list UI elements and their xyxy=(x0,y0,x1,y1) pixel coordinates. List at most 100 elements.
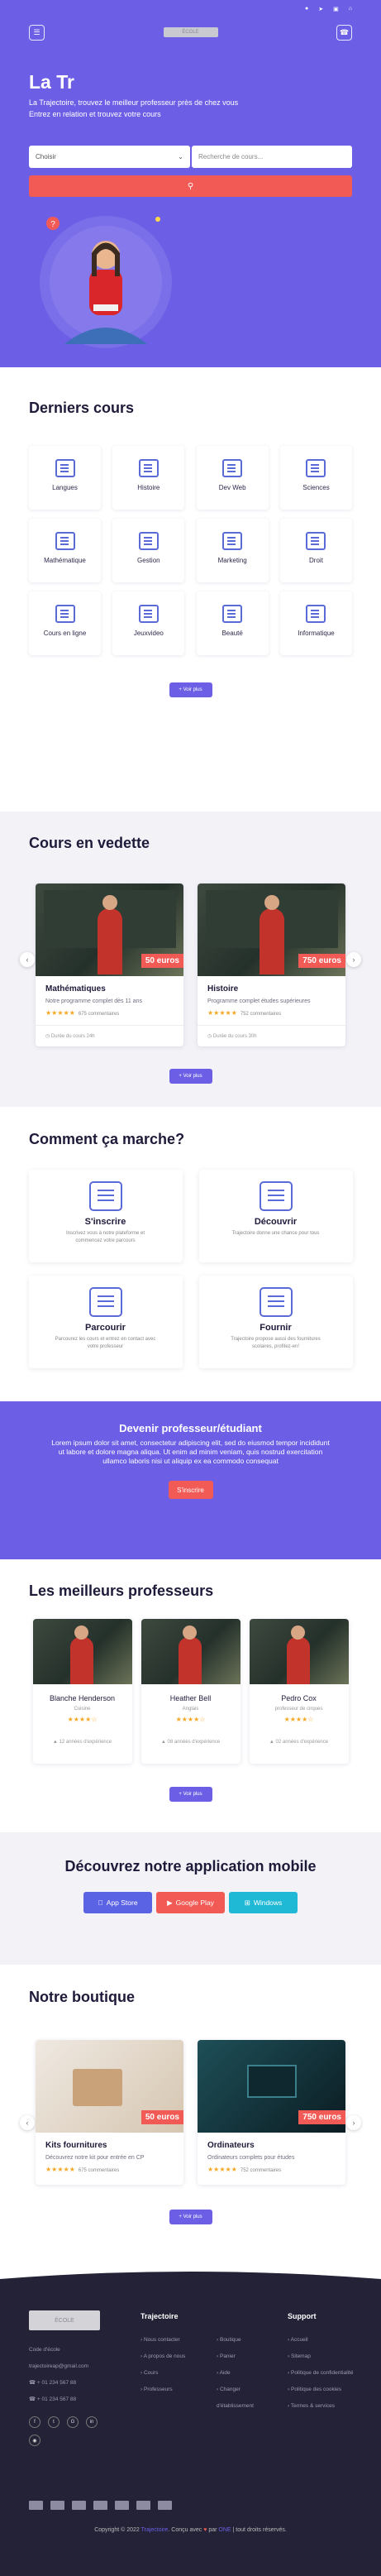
category-card[interactable]: Droit xyxy=(279,519,352,582)
footer-link-text: Cours xyxy=(143,2370,159,2376)
logo[interactable]: ÉCOLE xyxy=(163,27,218,37)
category-card[interactable]: Jeuxvideo xyxy=(112,591,185,655)
see-more-button[interactable]: + Voir plus xyxy=(169,2210,212,2224)
windows-button[interactable]: ⊞ Windows xyxy=(229,1892,298,1913)
become-title: Devenir professeur/étudiant xyxy=(119,1422,262,1434)
cart-icon[interactable]: ▣ xyxy=(333,6,339,12)
footer-link[interactable]: › Sitemap xyxy=(288,2349,354,2365)
price-badge: 50 euros xyxy=(140,2110,183,2124)
how-grid: S'inscrire Inscrivez vous à notre platefo… xyxy=(28,1170,353,1368)
product-card[interactable]: 750 euros Ordinateurs Ordinateurs complet… xyxy=(198,2040,345,2185)
category-label: Beauté xyxy=(221,630,243,637)
teacher-name: Blanche Henderson xyxy=(49,1694,116,1702)
category-card[interactable]: Cours en ligne xyxy=(29,591,101,655)
footer-link[interactable]: › Cours xyxy=(140,2365,198,2382)
how-card-desc: Inscrivez vous à notre plateforme et com… xyxy=(65,1231,145,1243)
footer-link-text: Accueil xyxy=(290,2337,308,2343)
laptop-icon xyxy=(55,605,75,623)
search-button[interactable]: ⚲ xyxy=(29,175,352,197)
footer-link[interactable]: › Changer d'établissement xyxy=(217,2382,279,2415)
phone-icon[interactable]: ☎ xyxy=(336,24,352,41)
featured-section: Cours en vedette ‹ › 50 euros Mathématiq… xyxy=(0,812,381,1107)
footer-link[interactable]: › Termes & services xyxy=(288,2398,354,2415)
footer-link[interactable]: › Accueil xyxy=(288,2332,354,2349)
category-label: Langues xyxy=(52,484,78,491)
footer-logo[interactable]: ÉCOLE xyxy=(29,2310,100,2330)
category-card[interactable]: Histoire xyxy=(112,446,185,510)
search-input[interactable]: Recherche de cours... xyxy=(192,146,352,168)
how-card: Fournir Trajectoire propose aussi des fou… xyxy=(198,1276,353,1368)
footer-link[interactable]: › Politique des cookies xyxy=(288,2382,354,2398)
teacher-card[interactable]: Blanche Henderson Cuisine ★★★★☆ ▲ 12 années… xyxy=(32,1619,132,1764)
course-desc: Notre programme complet dès 11 ans xyxy=(45,998,142,1004)
footer-phone[interactable]: ☎ + 01 234 567 88 xyxy=(29,2375,128,2392)
menu-icon[interactable]: ☰ xyxy=(29,24,45,41)
footer-link[interactable]: › Politique de confidentialité xyxy=(288,2365,354,2382)
how-card-desc: Trajectoire propose aussi des fourniture… xyxy=(231,1337,321,1349)
category-card[interactable]: Marketing xyxy=(196,519,269,582)
carousel-prev-button[interactable]: ‹ xyxy=(20,2115,35,2130)
footer-link[interactable]: › Professeurs xyxy=(140,2382,198,2398)
hero-subtitle: La Trajectoire, trouvez le meilleur prof… xyxy=(29,97,277,120)
category-card[interactable]: Gestion xyxy=(112,519,185,582)
student-illustration: ? xyxy=(40,216,172,348)
category-card[interactable]: Informatique xyxy=(279,591,352,655)
linkedin-icon[interactable]: in xyxy=(86,2416,98,2428)
supply-icon xyxy=(259,1287,293,1317)
footer-link[interactable]: › Boutique xyxy=(217,2332,279,2349)
carousel-next-button[interactable]: › xyxy=(346,2115,361,2130)
category-card[interactable]: Mathématique xyxy=(29,519,101,582)
product-card[interactable]: 50 euros Kits fournitures Découvrez notre… xyxy=(36,2040,183,2185)
category-card[interactable]: Dev Web xyxy=(196,446,269,510)
signup-button[interactable]: S'inscrire xyxy=(168,1481,213,1499)
how-card: Parcourir Parcourez les cours et entrez e… xyxy=(28,1276,183,1368)
play-icon: ▶ xyxy=(167,1898,173,1907)
footer-link[interactable]: › Panier xyxy=(217,2349,279,2365)
language-icon[interactable]: ➤ xyxy=(318,6,323,12)
footer-link[interactable]: › A propos de nous xyxy=(140,2349,198,2365)
instagram-icon[interactable]: ◉ xyxy=(29,2435,40,2446)
category-label: Histoire xyxy=(137,484,160,491)
home-icon[interactable]: ⌂ xyxy=(349,6,352,12)
course-card[interactable]: 50 euros Mathématiques Notre programme co… xyxy=(36,883,183,1046)
teacher-name: Heather Bell xyxy=(169,1694,212,1702)
review-count: 752 commentaires xyxy=(240,2168,282,2173)
category-card[interactable]: Sciences xyxy=(279,446,352,510)
amex-icon xyxy=(72,2501,86,2510)
footer-phone[interactable]: ☎ + 01 234 567 88 xyxy=(29,2392,128,2408)
footer-email[interactable]: trajectoireap@gmail.com xyxy=(29,2358,128,2375)
google-play-button[interactable]: ▶ Google Play xyxy=(156,1892,225,1913)
visa-icon xyxy=(29,2501,43,2510)
see-more-button[interactable]: + Voir plus xyxy=(169,682,212,697)
twitter-icon[interactable]: t xyxy=(48,2416,60,2428)
price-badge: 750 euros xyxy=(298,2110,345,2124)
category-label: Marketing xyxy=(217,557,247,564)
gamepad-icon xyxy=(138,605,159,623)
google-icon[interactable]: G xyxy=(67,2416,79,2428)
category-card[interactable]: Langues xyxy=(29,446,101,510)
copyright-author[interactable]: ONE xyxy=(218,2527,231,2533)
see-more-button[interactable]: + Voir plus xyxy=(169,1787,212,1802)
teacher-card[interactable]: Heather Bell Anglais ★★★★☆ ▲ 08 années d'ex… xyxy=(140,1619,241,1764)
course-desc: Programme complet études supérieures xyxy=(207,998,311,1004)
history-icon xyxy=(138,459,159,477)
carousel-prev-button[interactable]: ‹ xyxy=(20,952,35,967)
footer-link[interactable]: › Nous contacter xyxy=(140,2332,198,2349)
category-select[interactable]: Choisir ⌄ xyxy=(29,146,190,168)
code-icon xyxy=(222,459,243,477)
footer-link[interactable]: › Aide xyxy=(217,2365,279,2382)
teacher-card[interactable]: Pedro Cox professeur de cirques ★★★★☆ ▲ 02 … xyxy=(249,1619,349,1764)
see-more-button[interactable]: + Voir plus xyxy=(169,1069,212,1084)
mobile-app-section: Découvrez notre application mobile App … xyxy=(0,1832,381,1965)
footer: ÉCOLE Code d'école trajectoireap@gmail.c… xyxy=(0,2272,381,2576)
facebook-icon[interactable]: f xyxy=(29,2416,40,2428)
copyright-brand[interactable]: Trajectoire xyxy=(141,2527,169,2533)
course-card[interactable]: 750 euros Histoire Programme complet étud… xyxy=(198,883,345,1046)
category-card[interactable]: Beauté xyxy=(196,591,269,655)
card-icon xyxy=(115,2501,129,2510)
product-image: 50 euros xyxy=(36,2040,183,2133)
app-store-button[interactable]: App Store xyxy=(83,1892,152,1913)
user-icon[interactable]: ● xyxy=(305,6,308,12)
carousel-next-button[interactable]: › xyxy=(346,952,361,967)
teachers-section: Les meilleurs professeurs Blanche Hender… xyxy=(0,1559,381,1832)
